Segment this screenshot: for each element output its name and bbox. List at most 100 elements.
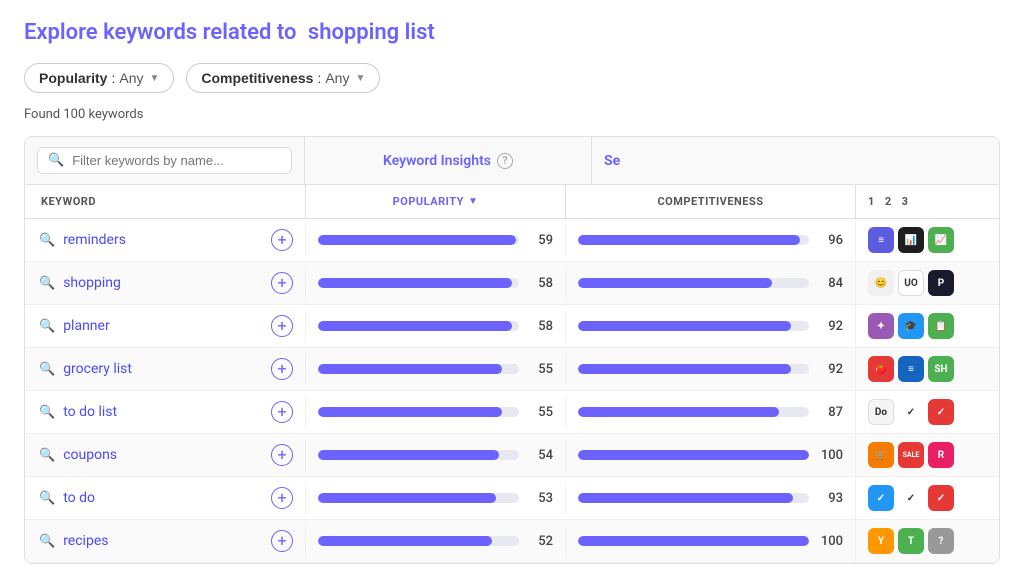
keyword-text[interactable]: to do [63,490,95,506]
competitiveness-bar-bg [578,450,809,460]
data-rows: 🔍 reminders + 59 96 ≡📊📈 🔍 shopping + 58 … [25,219,999,563]
kw-search-icon: 🔍 [39,491,55,506]
app-icon-4-1[interactable]: ✓ [898,399,924,425]
add-keyword-button[interactable]: + [271,315,293,337]
kw-search-icon: 🔍 [39,362,55,377]
popularity-filter[interactable]: Popularity: Any ▼ [24,63,174,93]
app-icon-5-2[interactable]: R [928,442,954,468]
kw-search-icon: 🔍 [39,448,55,463]
app-icon-0-2[interactable]: 📈 [928,227,954,253]
add-keyword-button[interactable]: + [271,229,293,251]
popularity-bar-fill [318,407,502,417]
keyword-text[interactable]: coupons [63,447,117,463]
competitiveness-bar-bg [578,536,809,546]
app-icon-6-1[interactable]: ✓ [898,485,924,511]
competitiveness-bar-fill [578,493,793,503]
app-icon-4-2[interactable]: ✓ [928,399,954,425]
kw-search-icon: 🔍 [39,405,55,420]
popularity-bar-fill [318,536,492,546]
app-icon-2-1[interactable]: 🎓 [898,313,924,339]
competitiveness-cell: 92 [565,354,855,385]
add-keyword-button[interactable]: + [271,487,293,509]
help-icon[interactable]: ? [497,153,513,169]
search-icon: 🔍 [48,153,64,168]
app-icon-3-0[interactable]: 🍅 [868,356,894,382]
col-keyword: KEYWORD [25,185,305,218]
competitiveness-bar-bg [578,407,809,417]
se-apps-cell: 😊UOP [855,262,975,304]
popularity-value: 52 [529,534,553,549]
competitiveness-value: 92 [819,319,843,334]
popularity-bar-bg [318,407,519,417]
competitiveness-cell: 100 [565,526,855,557]
app-icon-0-1[interactable]: 📊 [898,227,924,253]
app-icon-4-0[interactable]: Do [868,399,894,425]
kw-search-icon: 🔍 [39,276,55,291]
keyword-text[interactable]: recipes [63,533,108,549]
popularity-bar-fill [318,278,512,288]
competitiveness-filter[interactable]: Competitiveness: Any ▼ [186,63,380,93]
app-icon-5-0[interactable]: 🛒 [868,442,894,468]
keyword-cell: 🔍 to do + [25,477,305,519]
app-icon-2-2[interactable]: 📋 [928,313,954,339]
competitiveness-bar-bg [578,321,809,331]
table-row: 🔍 planner + 58 92 ✦🎓📋 [25,305,999,348]
app-icon-3-1[interactable]: ≡ [898,356,924,382]
add-keyword-button[interactable]: + [271,401,293,423]
table-row: 🔍 to do + 53 93 ✓✓✓ [25,477,999,520]
column-headers: KEYWORD POPULARITY ▼ COMPETITIVENESS 1 2… [25,185,999,219]
se-apps-cell: YT? [855,520,975,562]
app-icon-1-2[interactable]: P [928,270,954,296]
add-keyword-button[interactable]: + [271,444,293,466]
add-keyword-button[interactable]: + [271,358,293,380]
table-row: 🔍 coupons + 54 100 🛒SALER [25,434,999,477]
filters-bar: Popularity: Any ▼ Competitiveness: Any ▼ [24,63,1000,93]
keyword-text[interactable]: planner [63,318,110,334]
app-icon-7-0[interactable]: Y [868,528,894,554]
app-icon-2-0[interactable]: ✦ [868,313,894,339]
keyword-text[interactable]: to do list [63,404,117,420]
keyword-cell: 🔍 shopping + [25,262,305,304]
keyword-cell: 🔍 grocery list + [25,348,305,390]
popularity-cell: 54 [305,440,565,471]
found-count: Found 100 keywords [24,107,1000,122]
app-icon-3-2[interactable]: SH [928,356,954,382]
competitiveness-value: 96 [819,233,843,248]
app-icon-6-2[interactable]: ✓ [928,485,954,511]
app-icon-0-0[interactable]: ≡ [868,227,894,253]
add-keyword-button[interactable]: + [271,530,293,552]
keyword-cell: 🔍 recipes + [25,520,305,562]
popularity-value: 53 [529,491,553,506]
popularity-bar-bg [318,278,519,288]
popularity-value: 58 [529,319,553,334]
app-icon-6-0[interactable]: ✓ [868,485,894,511]
competitiveness-bar-fill [578,364,791,374]
app-icon-1-1[interactable]: UO [898,270,924,296]
popularity-value: 55 [529,362,553,377]
popularity-cell: 55 [305,354,565,385]
add-keyword-button[interactable]: + [271,272,293,294]
competitiveness-cell: 100 [565,440,855,471]
keyword-text[interactable]: shopping [63,275,121,291]
popularity-bar-bg [318,493,519,503]
keyword-text[interactable]: reminders [63,232,126,248]
se-apps-cell: ✦🎓📋 [855,305,975,347]
popularity-cell: 58 [305,311,565,342]
keyword-filter-input[interactable] [72,153,281,168]
app-icon-1-0[interactable]: 😊 [868,270,894,296]
table-row: 🔍 shopping + 58 84 😊UOP [25,262,999,305]
popularity-cell: 52 [305,526,565,557]
app-icon-5-1[interactable]: SALE [898,442,924,468]
table-top-header: 🔍 Keyword Insights ? Se [25,137,999,185]
kw-search-icon: 🔍 [39,233,55,248]
keyword-text[interactable]: grocery list [63,361,132,377]
app-icon-7-1[interactable]: T [898,528,924,554]
competitiveness-bar-bg [578,278,809,288]
col-popularity[interactable]: POPULARITY ▼ [305,185,565,218]
search-cell: 🔍 [25,137,305,184]
popularity-value: 54 [529,448,553,463]
keyword-insights-header: Keyword Insights ? [305,137,592,184]
se-apps-cell: ✓✓✓ [855,477,975,519]
app-icon-7-2[interactable]: ? [928,528,954,554]
keyword-cell: 🔍 planner + [25,305,305,347]
